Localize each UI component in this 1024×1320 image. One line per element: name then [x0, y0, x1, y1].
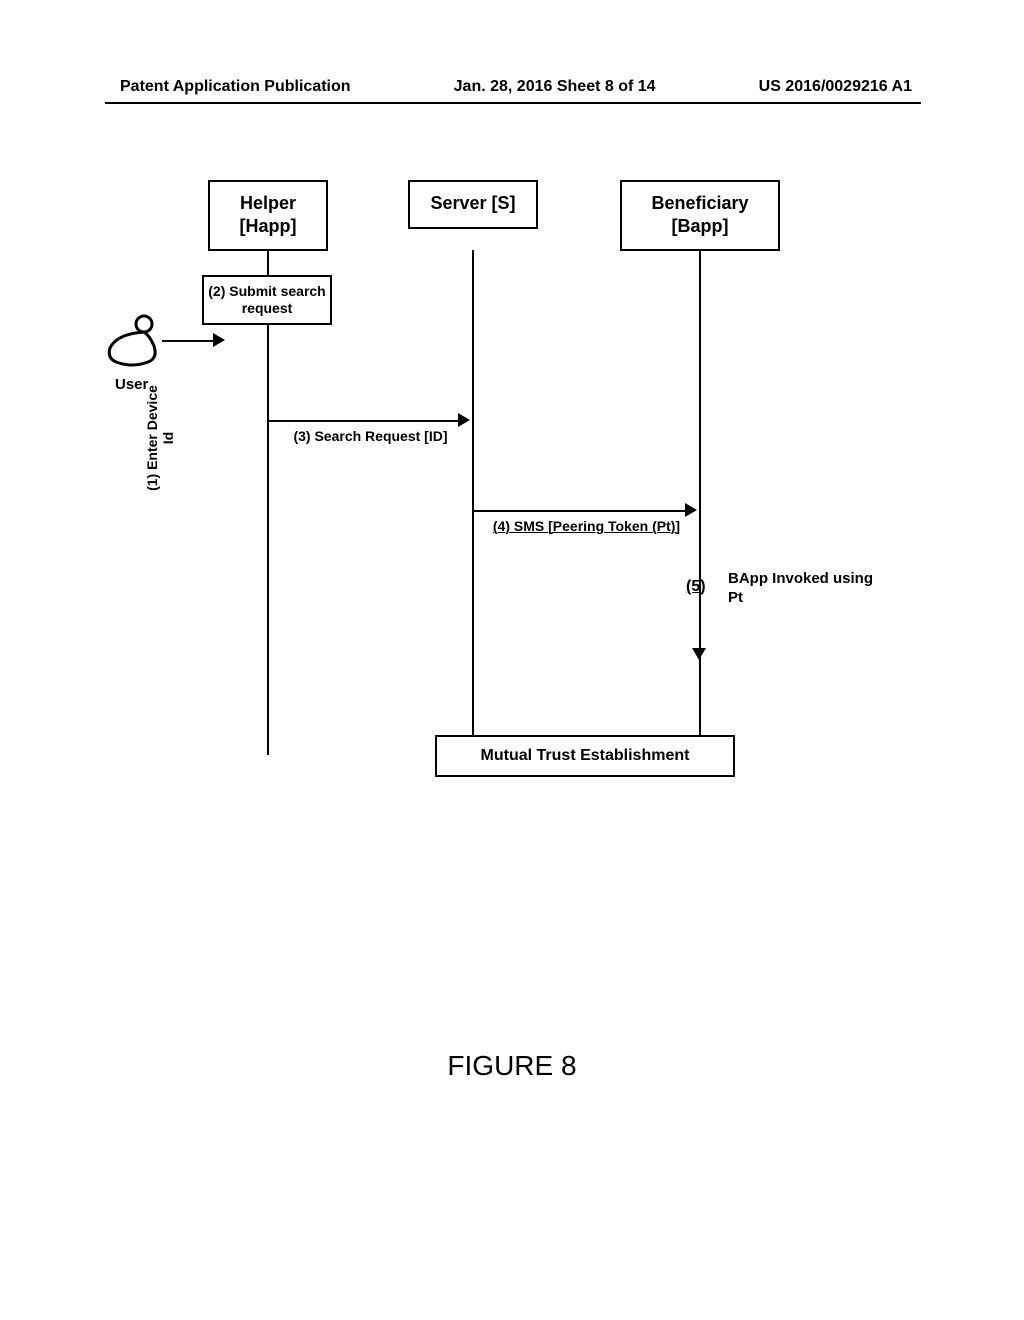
lifeline-helper [267, 250, 269, 755]
lifeline-beneficiary [699, 250, 701, 755]
sequence-diagram: Helper [Happ] Server [S] Beneficiary [Ba… [130, 180, 890, 1010]
actor-beneficiary: Beneficiary [Bapp] [620, 180, 780, 251]
step-1-label: (1) Enter Device Id [144, 378, 176, 498]
actor-server: Server [S] [408, 180, 538, 229]
arrow-4 [474, 510, 688, 512]
header-rule [105, 102, 921, 104]
arrowhead-3 [458, 413, 470, 427]
step-3-label: (3) Search Request [ID] [273, 428, 468, 444]
step-5-label: BApp Invoked using Pt [728, 570, 878, 608]
arrow-3 [269, 420, 462, 422]
header-right: US 2016/0029216 A1 [759, 78, 912, 96]
lifeline-server [472, 250, 474, 755]
arrowhead-4 [685, 503, 697, 517]
step-5-number: (5) [686, 578, 706, 596]
actor-helper: Helper [Happ] [208, 180, 328, 251]
arrow-1 [162, 340, 215, 342]
header-center: Jan. 28, 2016 Sheet 8 of 14 [454, 78, 656, 96]
arrow-5 [699, 596, 701, 650]
trust-box: Mutual Trust Establishment [435, 735, 735, 777]
figure-caption: FIGURE 8 [0, 1050, 1024, 1082]
step-4-label: (4) SMS [Peering Token (Pt)] [474, 518, 699, 534]
step-2-box: (2) Submit search request [202, 275, 332, 325]
header-left: Patent Application Publication [120, 78, 351, 96]
arrowhead-1 [213, 333, 225, 347]
page-header: Patent Application Publication Jan. 28, … [0, 78, 1024, 96]
arrowhead-5 [692, 648, 706, 660]
user-icon [102, 310, 162, 370]
